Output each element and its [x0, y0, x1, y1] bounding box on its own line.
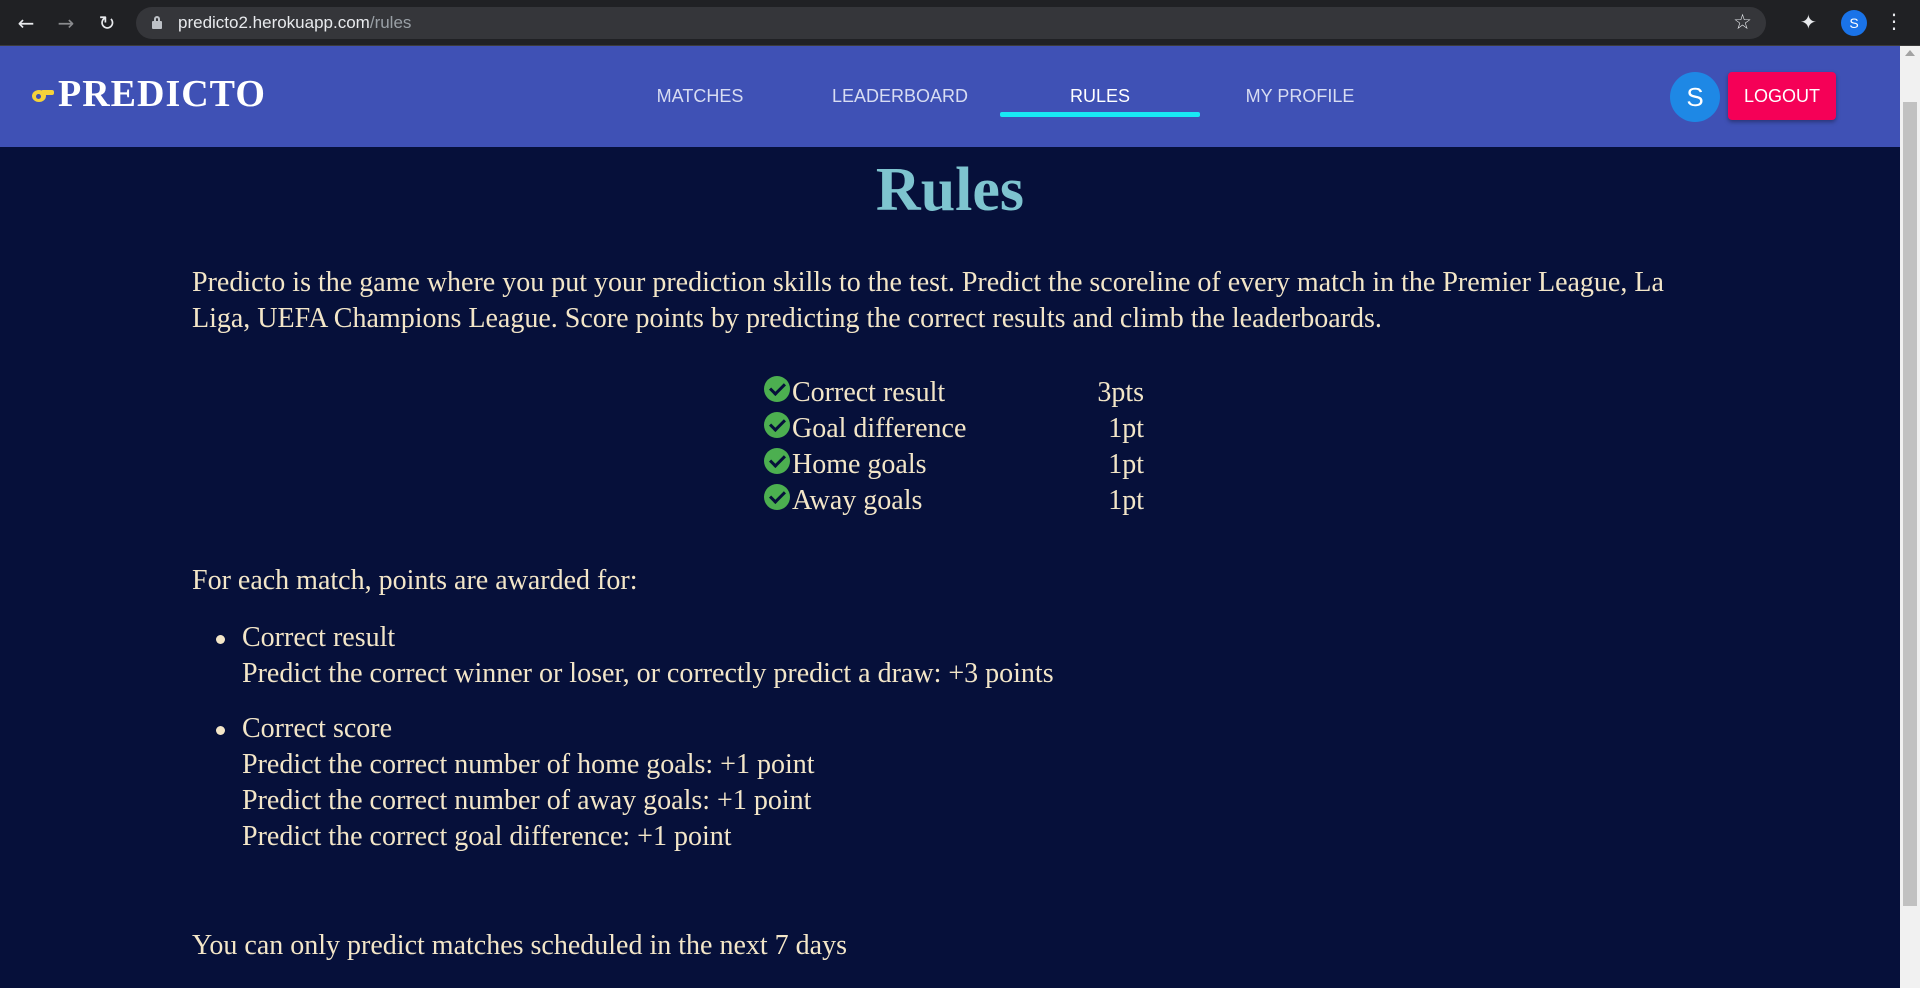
browser-profile-avatar[interactable]: S	[1841, 10, 1867, 36]
logout-button[interactable]: LOGOUT	[1728, 72, 1836, 120]
points-label: Away goals	[792, 485, 923, 516]
points-label: Goal difference	[792, 413, 967, 444]
points-label: Home goals	[792, 449, 927, 480]
intro-paragraph: Predicto is the game where you put your …	[192, 267, 1664, 334]
logo-text: PREDICTO	[58, 73, 266, 115]
rule-title: Correct result	[242, 622, 396, 653]
url-path: /rules	[369, 13, 412, 32]
rule-detail: Predict the correct number of away goals…	[242, 785, 812, 816]
check-circle-icon	[764, 412, 790, 438]
points-value: 1pt	[1108, 485, 1144, 516]
url-host: predicto2.herokuapp.com	[178, 13, 370, 32]
points-row: Home goals 1pt	[764, 447, 1144, 483]
list-item: Correct result Predict the correct winne…	[216, 620, 1542, 692]
points-value: 1pt	[1108, 413, 1144, 444]
rules-list: Correct result Predict the correct winne…	[216, 620, 1542, 874]
lock-icon[interactable]	[152, 16, 162, 29]
tab-leaderboard[interactable]: LEADERBOARD	[800, 46, 1000, 147]
points-value: 1pt	[1108, 449, 1144, 480]
rule-title: Correct score	[242, 713, 393, 744]
app-header: PREDICTO MATCHES LEADERBOARD RULES MY PR…	[0, 46, 1900, 147]
tab-my-profile[interactable]: MY PROFILE	[1200, 46, 1400, 147]
tab-rules[interactable]: RULES	[1000, 46, 1200, 147]
awarded-heading: For each match, points are awarded for:	[192, 565, 638, 596]
points-label: Correct result	[792, 377, 946, 408]
scrollbar-thumb[interactable]	[1903, 102, 1917, 906]
whistle-icon	[32, 86, 54, 102]
back-arrow-icon[interactable]: ←	[14, 11, 38, 35]
rules-content: Rules Predicto is the game where you put…	[0, 147, 1900, 988]
list-item: Correct score Predict the correct number…	[216, 711, 1542, 855]
user-avatar[interactable]: S	[1670, 72, 1720, 122]
bookmark-star-icon[interactable]: ☆	[1733, 10, 1752, 34]
check-circle-icon	[764, 448, 790, 474]
page-scrollbar[interactable]	[1900, 46, 1920, 988]
points-value: 3pts	[1097, 377, 1144, 408]
page-title: Rules	[875, 156, 1025, 224]
url-text[interactable]: predicto2.herokuapp.com/rules	[178, 13, 411, 33]
main-nav-tabs: MATCHES LEADERBOARD RULES MY PROFILE	[600, 46, 1400, 147]
logo[interactable]: PREDICTO	[32, 72, 266, 116]
reload-icon[interactable]: ↻	[95, 11, 119, 35]
check-circle-icon	[764, 376, 790, 402]
extensions-puzzle-icon[interactable]: ✦	[1800, 10, 1817, 34]
browser-menu-icon[interactable]: ⋮	[1884, 9, 1904, 33]
points-row: Away goals 1pt	[764, 483, 1144, 519]
forward-arrow-icon[interactable]: →	[54, 11, 78, 35]
check-circle-icon	[764, 484, 790, 510]
points-row: Goal difference 1pt	[764, 411, 1144, 447]
rule-detail: Predict the correct winner or loser, or …	[242, 658, 1054, 689]
rule-detail: Predict the correct number of home goals…	[242, 749, 815, 780]
scroll-up-arrow-icon[interactable]	[1905, 50, 1915, 56]
address-bar[interactable]: predicto2.herokuapp.com/rules ☆	[136, 7, 1766, 39]
browser-toolbar: ← → ↻ predicto2.herokuapp.com/rules ☆ ✦ …	[0, 0, 1920, 46]
footer-note: You can only predict matches scheduled i…	[192, 930, 848, 961]
points-row: Correct result 3pts	[764, 375, 1144, 411]
points-table: Correct result 3pts Goal difference 1pt …	[764, 375, 1144, 519]
tab-matches[interactable]: MATCHES	[600, 46, 800, 147]
rule-detail: Predict the correct goal difference: +1 …	[242, 821, 732, 852]
